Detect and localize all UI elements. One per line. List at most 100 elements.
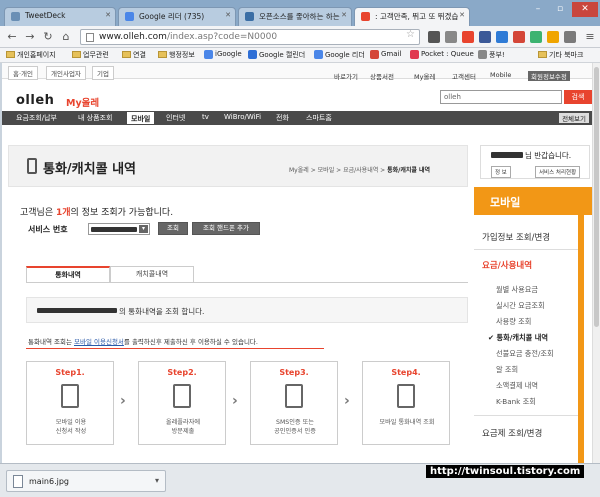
extension-icon[interactable]	[547, 31, 559, 43]
util-link-mobile[interactable]: Mobile	[490, 71, 511, 79]
bookmark-link[interactable]: Gmail	[370, 50, 401, 59]
gnb-item[interactable]: WiBro/WiFi	[224, 113, 261, 121]
gnb-item[interactable]: 요금조회/납부	[16, 113, 57, 123]
bookmark-link[interactable]: Google 리더	[314, 50, 365, 60]
sidebar-item-plan[interactable]: 요금제 조회/변경	[482, 427, 542, 439]
segment-tab-business[interactable]: 개인사업자	[46, 66, 86, 80]
gnb-all-button[interactable]: 전체보기	[559, 113, 589, 123]
close-tab-icon[interactable]: ✕	[459, 11, 465, 19]
sidebar-subitem[interactable]: K-Bank 조회	[496, 397, 536, 407]
extension-icon[interactable]	[530, 31, 542, 43]
bookmark-link[interactable]: Google 캘린더	[248, 50, 305, 60]
address-bar[interactable]: www.olleh.com/index.asp?code=N0000	[80, 29, 420, 45]
breadcrumb-item[interactable]: 요금/사용내역	[343, 167, 378, 174]
my-olleh-brand[interactable]: My올레	[66, 95, 99, 109]
gnb-item-active[interactable]: 모바일	[126, 111, 156, 125]
gmail-extension-icon[interactable]	[513, 31, 525, 43]
scrollbar-thumb[interactable]	[594, 67, 599, 327]
olleh-logo[interactable]: olleh	[16, 93, 54, 108]
camera-extension-icon[interactable]	[428, 31, 440, 43]
site-search-input[interactable]: olleh	[440, 90, 562, 104]
step-desc-line: 공인인증서 인증	[274, 428, 316, 435]
service-number-label: 서비스 번호	[28, 225, 68, 234]
extension-icon[interactable]	[564, 31, 576, 43]
home-icon[interactable]: ⌂	[58, 29, 74, 45]
browser-tab-active[interactable]: : 고객만족, 뛰고 또 뛰겠습 ✕	[354, 7, 470, 26]
sidebar-subitem[interactable]: 월별 사용요금	[496, 285, 538, 295]
sidebar-item-usage[interactable]: 요금/사용내역	[482, 259, 532, 271]
gnb-item[interactable]: tv	[202, 113, 209, 121]
sidebar-item-subscription[interactable]: 가입정보 조회/변경	[482, 231, 550, 243]
close-tab-icon[interactable]: ✕	[341, 11, 347, 19]
sidebar-accent-bar	[578, 215, 584, 463]
sidebar-subitem[interactable]: 알 조회	[496, 365, 518, 375]
browser-tab[interactable]: Google 리더 (735) ✕	[118, 7, 236, 26]
sidebar-subitem[interactable]: 실시간 요금조회	[496, 301, 545, 311]
add-phone-button[interactable]: 조회 핸드폰 추가	[192, 222, 260, 235]
chevron-right-icon: ›	[232, 393, 238, 409]
lookup-button[interactable]: 조회	[158, 222, 188, 235]
bookmark-folder[interactable]: 연결	[122, 50, 146, 60]
application-form-link[interactable]: 모바일 이용신청서	[74, 338, 124, 346]
gnb-item[interactable]: 스마트홈	[306, 113, 332, 123]
bookmark-link[interactable]: Pocket : Queue	[410, 50, 474, 59]
bookmark-folder[interactable]: 행정정보	[158, 50, 195, 60]
tab-divider	[26, 282, 468, 283]
close-tab-icon[interactable]: ✕	[105, 11, 111, 19]
extension-icon[interactable]	[462, 31, 474, 43]
sidebar-subitem[interactable]: 사용량 조회	[496, 317, 531, 327]
util-link-customer-center[interactable]: 고객센터	[452, 71, 476, 81]
close-window-icon[interactable]: ✕	[572, 2, 598, 17]
breadcrumb-item[interactable]: 모바일	[318, 167, 335, 174]
guide-suffix: 를 출력하신후 제출하신 후 이용하실 수 있습니다.	[123, 338, 258, 346]
util-link-myolleh[interactable]: My올레	[414, 71, 435, 81]
wrench-menu-icon[interactable]: ≡	[582, 29, 598, 45]
site-search-button[interactable]: 검색	[564, 90, 592, 104]
bookmark-label: 행정정보	[169, 51, 195, 59]
segment-tab-personal[interactable]: 홈·개인	[8, 66, 39, 80]
browser-tab[interactable]: TweetDeck ✕	[4, 7, 116, 26]
sidebar-subitem[interactable]: 소액결제 내역	[496, 381, 538, 391]
vertical-scrollbar[interactable]	[592, 63, 600, 463]
facebook-extension-icon[interactable]	[479, 31, 491, 43]
bookmark-link[interactable]: 풍부!	[478, 50, 505, 60]
sidebar-subitem[interactable]: 선불요금 충전/조회	[496, 349, 554, 359]
gnb-item[interactable]: 내 상품조회	[78, 113, 112, 123]
back-icon[interactable]: ←	[4, 29, 20, 45]
gnb-item[interactable]: 인터넷	[166, 113, 185, 123]
util-link-products[interactable]: 상품서전	[370, 71, 394, 81]
tab-call-history[interactable]: 통화내역	[26, 266, 110, 283]
reload-icon[interactable]: ↻	[40, 29, 56, 45]
my-info-button[interactable]: 정 보	[491, 166, 511, 178]
chevron-down-icon: ▾	[139, 225, 148, 233]
notice-prefix: 고객님은	[20, 208, 56, 218]
other-bookmarks[interactable]: 기타 북마크	[538, 50, 583, 60]
bookmark-link[interactable]: iGoogle	[204, 50, 242, 59]
bookmark-icon	[478, 50, 487, 59]
step-card: Step2. 올레플라자에 방문제출	[138, 361, 226, 445]
tab-catchcall-history[interactable]: 캐치콜내역	[110, 266, 194, 283]
extension-icon[interactable]	[496, 31, 508, 43]
gnb-item[interactable]: 전화	[276, 113, 289, 123]
breadcrumb-item[interactable]: My올레	[289, 167, 309, 174]
sidebar-subitem-active[interactable]: ✔ 통화/캐치콜 내역	[488, 333, 548, 343]
google-reader-favicon-icon	[125, 12, 134, 21]
forward-icon[interactable]: →	[22, 29, 38, 45]
bookmark-folder[interactable]: 개인홈페이지	[6, 50, 56, 60]
chevron-down-icon[interactable]: ▾	[155, 476, 159, 485]
step-card: Step4. 모바일 통화내역 조회	[362, 361, 450, 445]
segment-tab-enterprise[interactable]: 기업	[92, 66, 114, 80]
browser-tab[interactable]: 오픈소스를 좋아하는 하는 ✕	[238, 7, 352, 26]
close-tab-icon[interactable]: ✕	[225, 11, 231, 19]
minimize-icon[interactable]: –	[528, 2, 548, 17]
bookmark-folder[interactable]: 업무관련	[72, 50, 109, 60]
maximize-icon[interactable]: ▫	[550, 2, 570, 17]
service-number-select[interactable]: ▾	[88, 223, 150, 235]
title-box: 통화/캐치콜 내역 My올레 > 모바일 > 요금/사용내역 > 통화/캐치콜 …	[8, 145, 468, 187]
extension-icon[interactable]	[445, 31, 457, 43]
service-status-button[interactable]: 서비스 처리현황	[535, 166, 581, 178]
util-link-member-edit[interactable]: 회원정보수정	[528, 71, 570, 81]
util-link-shortcuts[interactable]: 바로가기	[334, 71, 358, 81]
bookmark-star-icon[interactable]: ☆	[406, 29, 415, 40]
download-item[interactable]: main6.jpg ▾	[6, 470, 166, 492]
